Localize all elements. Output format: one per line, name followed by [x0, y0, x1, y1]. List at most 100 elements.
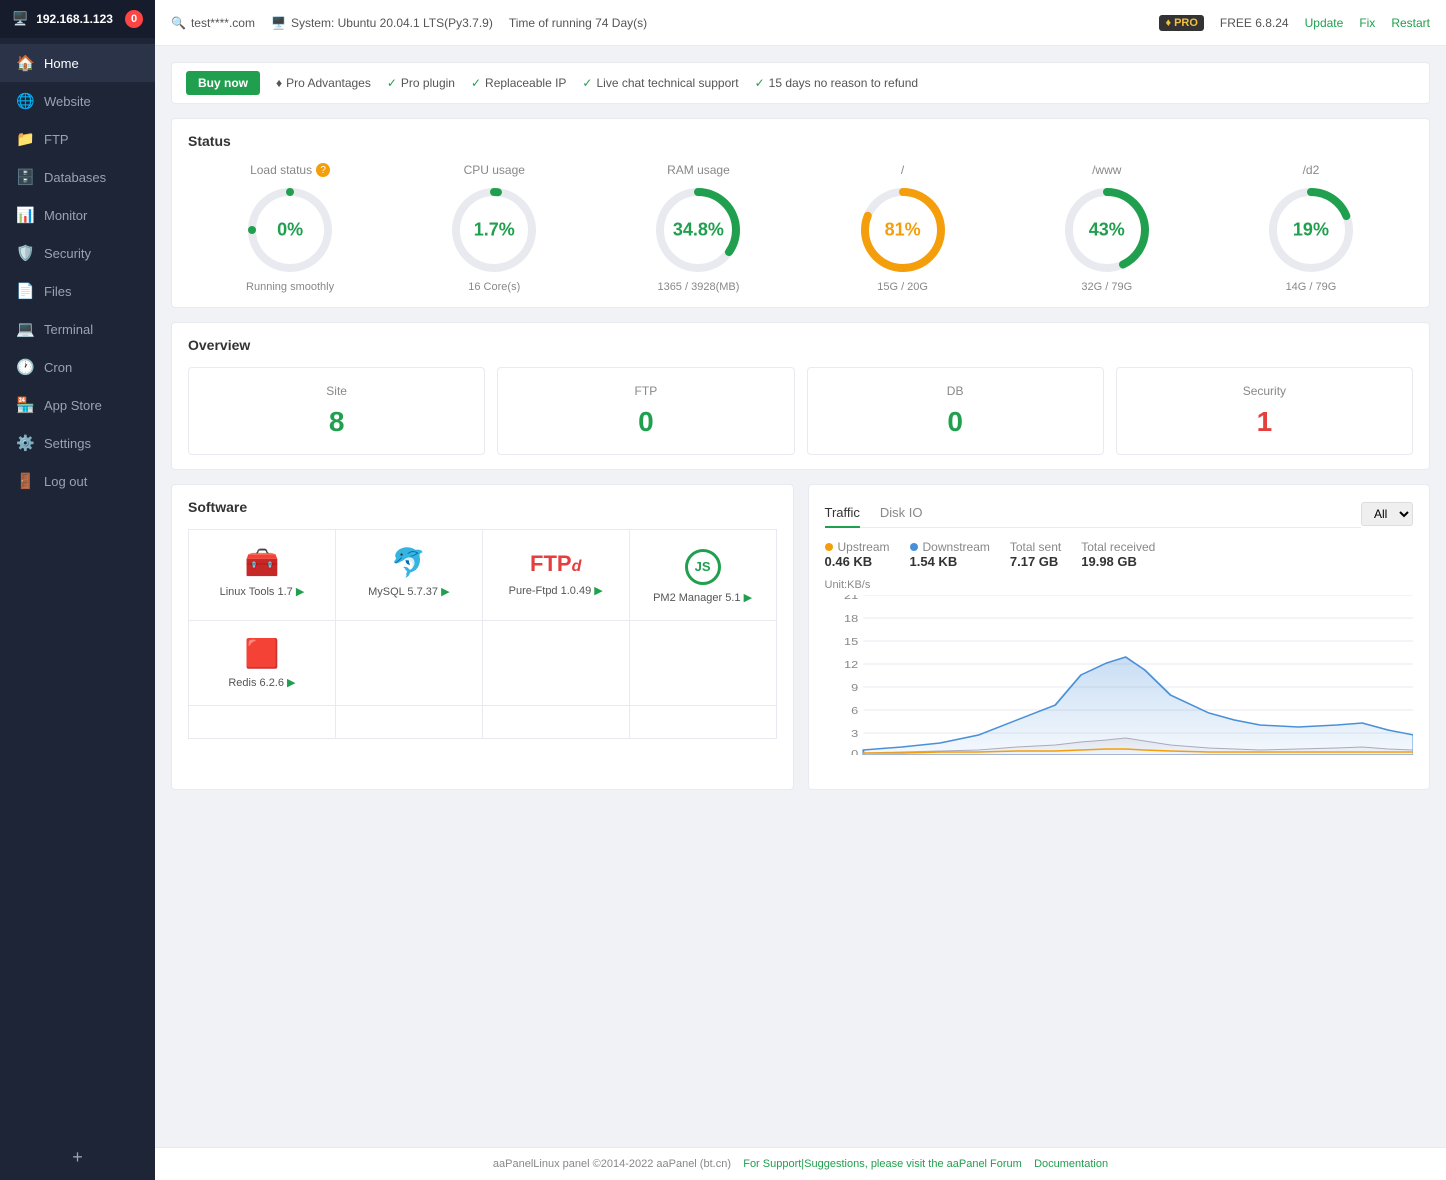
- sidebar-item-monitor[interactable]: 📊 Monitor: [0, 196, 155, 234]
- svg-text:15: 15: [844, 637, 858, 647]
- overview-card-site[interactable]: Site 8: [188, 367, 485, 455]
- pro-bar: Buy now ♦ Pro Advantages ✓ Pro plugin ✓ …: [171, 62, 1430, 104]
- sidebar-item-ftp[interactable]: 📁 FTP: [0, 120, 155, 158]
- sidebar-label-files: Files: [44, 284, 71, 299]
- bottom-grid: Software 🧰 Linux Tools 1.7 ▶ 🐬 MySQL 5.7…: [171, 484, 1430, 790]
- overview-card-db[interactable]: DB 0: [807, 367, 1104, 455]
- sidebar-item-website[interactable]: 🌐 Website: [0, 82, 155, 120]
- server-ip: 192.168.1.123: [36, 12, 113, 26]
- gauge-label-3: /: [801, 163, 1005, 177]
- sidebar-item-logout[interactable]: 🚪 Log out: [0, 462, 155, 500]
- footer-support-link[interactable]: For Support|Suggestions, please visit th…: [743, 1158, 1022, 1170]
- logout-icon: 🚪: [16, 472, 34, 490]
- arrow-icon-0: ▶: [296, 586, 304, 598]
- total-received-value: 19.98 GB: [1081, 554, 1155, 569]
- software-name-3: PM2 Manager 5.1 ▶: [638, 591, 768, 604]
- gauge-label-2: RAM usage: [596, 163, 800, 177]
- sidebar-item-files[interactable]: 📄 Files: [0, 272, 155, 310]
- gauge-item-4: /www 43% 32G / 79G: [1005, 163, 1209, 293]
- restart-link[interactable]: Restart: [1391, 16, 1430, 30]
- check-icon-4: ✓: [755, 76, 765, 90]
- software-item-linux-tools-1.7[interactable]: 🧰 Linux Tools 1.7 ▶: [189, 530, 336, 621]
- software-title: Software: [188, 499, 777, 515]
- cron-icon: 🕐: [16, 358, 34, 376]
- diamond-icon: ♦: [1165, 17, 1171, 29]
- gauge-item-2: RAM usage 34.8% 1365 / 3928(MB): [596, 163, 800, 293]
- pro-refund: ✓ 15 days no reason to refund: [755, 76, 919, 90]
- downstream-dot: [910, 543, 918, 551]
- sidebar-item-cron[interactable]: 🕐 Cron: [0, 348, 155, 386]
- software-item-empty-5: [336, 621, 483, 706]
- tab-disk-io[interactable]: Disk IO: [880, 499, 923, 528]
- sidebar-item-security[interactable]: 🛡️ Security: [0, 234, 155, 272]
- add-button[interactable]: +: [0, 1135, 155, 1180]
- svg-text:0: 0: [851, 749, 858, 755]
- software-item-pm2-manager-5.1[interactable]: JS PM2 Manager 5.1 ▶: [630, 530, 777, 621]
- ftp-icon: 📁: [16, 130, 34, 148]
- software-icon-1: 🐬: [344, 546, 474, 579]
- software-item-mysql-5.7.37[interactable]: 🐬 MySQL 5.7.37 ▶: [336, 530, 483, 621]
- software-item-pure-ftpd-1.0.49[interactable]: FTPd Pure-Ftpd 1.0.49 ▶: [483, 530, 630, 621]
- software-item-empty-10: [483, 706, 630, 739]
- footer-docs-link[interactable]: Documentation: [1034, 1158, 1108, 1170]
- chart-svg: 21 18 15 12 9 6 3 0: [825, 595, 1414, 755]
- sidebar-item-settings[interactable]: ⚙️ Settings: [0, 424, 155, 462]
- traffic-section: Traffic Disk IO All Upstream 0.46 KB: [808, 484, 1431, 790]
- software-item-empty-9: [336, 706, 483, 739]
- fix-link[interactable]: Fix: [1359, 16, 1375, 30]
- sidebar-item-terminal[interactable]: 💻 Terminal: [0, 310, 155, 348]
- overview-card-value-0: 8: [205, 406, 468, 438]
- pro-replaceable-ip: ✓ Replaceable IP: [471, 76, 566, 90]
- sidebar-label-security: Security: [44, 246, 91, 261]
- pro-advantages: ♦ Pro Advantages: [276, 76, 371, 90]
- info-icon[interactable]: ?: [316, 163, 330, 177]
- pro-badge: ♦ PRO: [1159, 15, 1203, 31]
- sidebar-item-app-store[interactable]: 🏪 App Store: [0, 386, 155, 424]
- sidebar: 🖥️ 192.168.1.123 0 🏠 Home 🌐 Website 📁 FT…: [0, 0, 155, 1180]
- chart-unit: Unit:KB/s: [825, 579, 1414, 591]
- total-sent-stat: Total sent 7.17 GB: [1010, 540, 1061, 569]
- sidebar-item-home[interactable]: 🏠 Home: [0, 44, 155, 82]
- tab-traffic[interactable]: Traffic: [825, 499, 860, 528]
- gauge-label-0: Load status?: [188, 163, 392, 177]
- gauge-value-4: 43%: [1089, 220, 1125, 241]
- sidebar-label-logout: Log out: [44, 474, 87, 489]
- gauge-label-4: /www: [1005, 163, 1209, 177]
- software-item-empty-8: [189, 706, 336, 739]
- home-icon: 🏠: [16, 54, 34, 72]
- gauge-value-3: 81%: [885, 220, 921, 241]
- gauge-value-0: 0%: [277, 220, 303, 241]
- total-sent-label: Total sent: [1010, 540, 1061, 554]
- buy-now-button[interactable]: Buy now: [186, 71, 260, 95]
- svg-text:18: 18: [844, 614, 858, 624]
- gauge-sublabel-0: Running smoothly: [188, 281, 392, 293]
- traffic-stats: Upstream 0.46 KB Downstream 1.54 KB T: [825, 540, 1414, 569]
- downstream-stat: Downstream 1.54 KB: [910, 540, 990, 569]
- overview-card-ftp[interactable]: FTP 0: [497, 367, 794, 455]
- sidebar-label-cron: Cron: [44, 360, 72, 375]
- software-name-0: Linux Tools 1.7 ▶: [197, 585, 327, 598]
- arrow-icon-1: ▶: [441, 586, 449, 598]
- svg-text:3: 3: [851, 729, 858, 739]
- overview-card-label-0: Site: [205, 384, 468, 398]
- arrow-icon-2: ▶: [594, 585, 602, 597]
- app-store-icon: 🏪: [16, 396, 34, 414]
- software-name-4: Redis 6.2.6 ▶: [197, 676, 327, 689]
- domain-text: test****.com: [191, 16, 255, 30]
- pro-plugin: ✓ Pro plugin: [387, 76, 455, 90]
- system-icon: 🖥️: [271, 16, 286, 30]
- traffic-filter-select[interactable]: All: [1361, 502, 1413, 526]
- sidebar-label-website: Website: [44, 94, 91, 109]
- gauge-sublabel-1: 16 Core(s): [392, 281, 596, 293]
- overview-card-security[interactable]: Security 1: [1116, 367, 1413, 455]
- gauge-label-5: /d2: [1209, 163, 1413, 177]
- overview-card-value-1: 0: [514, 406, 777, 438]
- software-item-redis-6.2.6[interactable]: 🟥 Redis 6.2.6 ▶: [189, 621, 336, 706]
- sidebar-item-databases[interactable]: 🗄️ Databases: [0, 158, 155, 196]
- svg-text:9: 9: [851, 683, 858, 693]
- update-link[interactable]: Update: [1305, 16, 1344, 30]
- overview-section: Overview Site 8 FTP 0 DB 0 Security 1: [171, 322, 1430, 470]
- software-icon-4: 🟥: [197, 637, 327, 670]
- footer: aaPanelLinux panel ©2014-2022 aaPanel (b…: [155, 1147, 1446, 1180]
- runtime-text: Time of running 74 Day(s): [509, 16, 647, 30]
